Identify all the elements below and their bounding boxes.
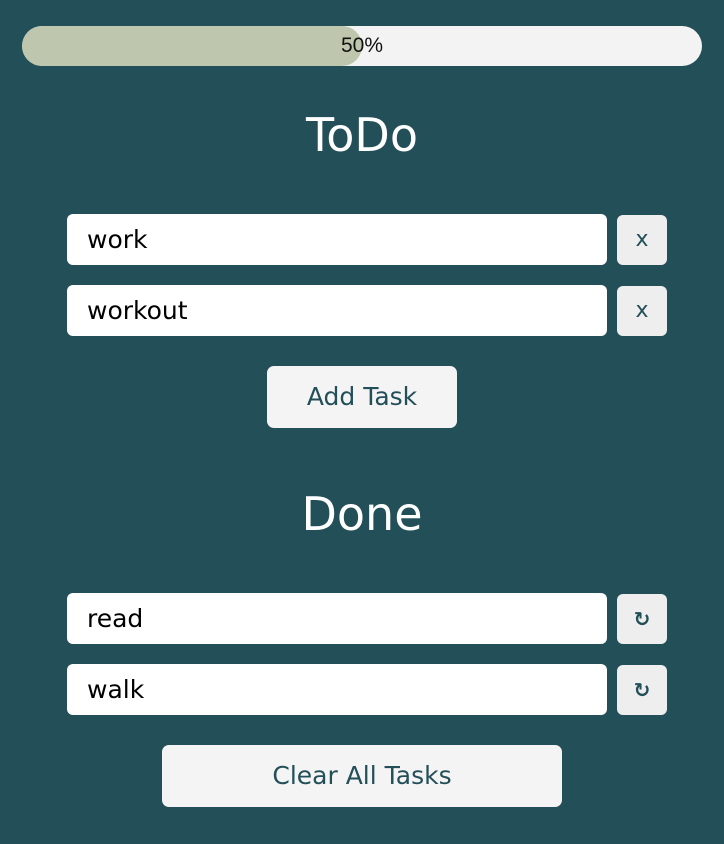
- progress-bar: 50%: [22, 26, 702, 66]
- todo-task-input[interactable]: [67, 214, 607, 265]
- done-task-row: ↻: [67, 593, 667, 644]
- todo-task-row: x: [67, 285, 667, 336]
- done-task-row: ↻: [67, 664, 667, 715]
- delete-task-button[interactable]: x: [617, 215, 667, 265]
- todo-heading: ToDo: [306, 108, 418, 162]
- todo-task-input[interactable]: [67, 285, 607, 336]
- clear-all-tasks-button[interactable]: Clear All Tasks: [162, 745, 562, 807]
- progress-label: 50%: [340, 34, 384, 57]
- done-heading: Done: [301, 487, 423, 541]
- done-task-input[interactable]: [67, 593, 607, 644]
- todo-task-row: x: [67, 214, 667, 265]
- add-task-button[interactable]: Add Task: [267, 366, 457, 428]
- undo-task-button[interactable]: ↻: [617, 665, 667, 715]
- done-task-input[interactable]: [67, 664, 607, 715]
- delete-task-button[interactable]: x: [617, 286, 667, 336]
- undo-task-button[interactable]: ↻: [617, 594, 667, 644]
- todo-app: 50% ToDo x x Add Task Done ↻ ↻ Clear All…: [0, 0, 724, 844]
